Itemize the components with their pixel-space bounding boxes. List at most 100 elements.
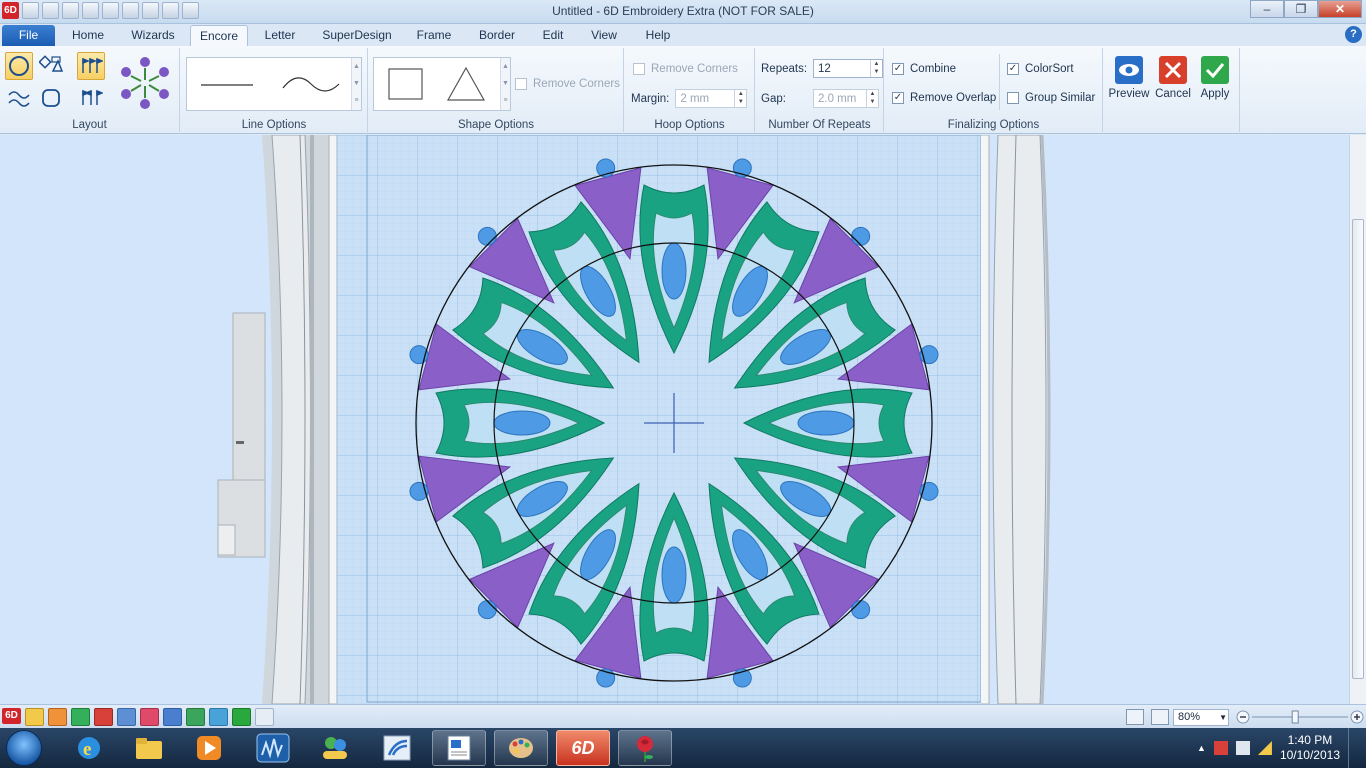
tree-tool-icon[interactable]	[186, 708, 205, 726]
cancel-button[interactable]: Cancel	[1152, 56, 1194, 100]
rounded-square-layout-icon[interactable]	[37, 84, 65, 112]
sparkle-tool-icon[interactable]	[48, 708, 67, 726]
tab-wizards[interactable]: Wizards	[124, 25, 182, 46]
show-desktop-button[interactable]	[1348, 728, 1358, 768]
design-workspace[interactable]	[0, 135, 1366, 704]
combine-checkbox[interactable]: ✓ Combine	[892, 63, 956, 75]
shape-remove-corners-checkbox[interactable]: Remove Corners	[515, 78, 620, 90]
zoom-hoop-icon[interactable]	[1151, 709, 1169, 725]
show-hidden-icons[interactable]: ▲	[1197, 743, 1206, 753]
vertical-scroll-thumb[interactable]	[1352, 219, 1364, 679]
tab-edit[interactable]: Edit	[536, 25, 570, 46]
window-tool-icon[interactable]	[255, 708, 274, 726]
ribbon-tabs: File Home Wizards Encore Letter SuperDes…	[0, 24, 1366, 46]
start-button[interactable]	[6, 730, 42, 766]
shapes-layout-icon[interactable]	[37, 52, 65, 80]
embroidery-app-taskbar-icon[interactable]: 6D	[556, 730, 610, 766]
eye-tool-icon[interactable]	[140, 708, 159, 726]
paint-palette-icon[interactable]	[494, 730, 548, 766]
repeats-spin-arrows[interactable]: ▲ ▼	[870, 60, 882, 77]
circle-layout-icon[interactable]	[5, 52, 33, 80]
embroidery-canvas[interactable]	[337, 135, 981, 704]
line-gallery-scrollbar[interactable]: ▲ ▼ ≡	[351, 58, 361, 110]
wave-line-option[interactable]	[282, 77, 340, 92]
blue-oval-center[interactable]	[661, 242, 687, 300]
close-button[interactable]: ✕	[1318, 0, 1362, 18]
action-group: Preview Cancel Apply	[1104, 48, 1240, 132]
repeats-spinner[interactable]: 12 ▲ ▼	[813, 59, 884, 78]
gap-spin-arrows[interactable]: ▲ ▼	[866, 90, 878, 107]
blue-dot[interactable]	[477, 600, 497, 620]
tab-home[interactable]: Home	[66, 25, 110, 46]
wave-layout-icon[interactable]	[5, 84, 33, 112]
network-signal-icon[interactable]	[1257, 741, 1272, 755]
rose-tool-icon[interactable]	[94, 708, 113, 726]
margin-label: Margin:	[631, 92, 670, 105]
wireless-tool-icon[interactable]	[370, 730, 424, 766]
minimize-button[interactable]: –	[1250, 0, 1284, 18]
shape-remove-corners-box[interactable]	[515, 78, 527, 90]
file-explorer-icon[interactable]	[122, 730, 176, 766]
restore-button[interactable]: ❐	[1284, 0, 1318, 18]
tab-border[interactable]: Border	[472, 25, 522, 46]
internet-explorer-icon[interactable]: e	[62, 730, 116, 766]
group-similar-checkbox[interactable]: Group Similar	[1007, 92, 1095, 104]
remove-overlap-checkbox[interactable]: ✓ Remove Overlap	[892, 92, 996, 104]
hoop-remove-corners-checkbox[interactable]: Remove Corners	[633, 63, 738, 75]
wimax-icon[interactable]	[246, 730, 300, 766]
flags-mirror-icon[interactable]	[77, 84, 105, 112]
system-clock[interactable]: 1:40 PM 10/10/2013	[1280, 733, 1340, 763]
media-player-icon[interactable]	[182, 730, 236, 766]
margin-spin-arrows[interactable]: ▲ ▼	[734, 90, 746, 107]
power-icon[interactable]	[1235, 741, 1250, 755]
tab-letter[interactable]: Letter	[258, 25, 302, 46]
remove-overlap-box[interactable]: ✓	[892, 92, 904, 104]
tab-frame[interactable]: Frame	[410, 25, 458, 46]
tab-help[interactable]: Help	[640, 25, 676, 46]
zoom-slider-thumb[interactable]	[1291, 710, 1299, 724]
checkmark-icon	[1201, 56, 1229, 84]
tab-view[interactable]: View	[586, 25, 622, 46]
preview-button[interactable]: Preview	[1108, 56, 1150, 100]
triangle-shape-option[interactable]	[446, 66, 486, 101]
shape-gallery-scrollbar[interactable]: ▲ ▼ ≡	[500, 58, 510, 110]
spiral-tool-icon[interactable]	[71, 708, 90, 726]
zoom-slider[interactable]	[1236, 710, 1364, 724]
blue-dot[interactable]	[851, 226, 871, 246]
group-similar-box[interactable]	[1007, 92, 1019, 104]
blue-dot[interactable]	[851, 600, 871, 620]
apply-button[interactable]: Apply	[1194, 56, 1236, 100]
flags-up-icon[interactable]	[77, 52, 105, 80]
tab-encore[interactable]: Encore	[190, 25, 248, 46]
vertical-scrollbar[interactable]	[1349, 135, 1366, 704]
blue-oval-center[interactable]	[661, 546, 687, 604]
hoop-remove-corners-box[interactable]	[633, 63, 645, 75]
blue-oval-center[interactable]	[797, 410, 855, 436]
zoom-to-fit-icon[interactable]	[1126, 709, 1144, 725]
eye-icon	[1115, 56, 1143, 84]
rose-app-taskbar-icon[interactable]	[618, 730, 672, 766]
tab-superdesign[interactable]: SuperDesign	[316, 25, 398, 46]
document-viewer-icon[interactable]	[432, 730, 486, 766]
grid-tool-icon[interactable]	[163, 708, 182, 726]
combine-box[interactable]: ✓	[892, 63, 904, 75]
thread-tool-icon[interactable]	[209, 708, 228, 726]
messenger-icon[interactable]	[308, 730, 362, 766]
zoom-select[interactable]: 80% ▼	[1173, 709, 1229, 726]
gap-spinner[interactable]: 2.0 mm ▲ ▼	[813, 89, 879, 108]
help-icon[interactable]: ?	[1345, 26, 1362, 43]
cancel-x-icon	[1159, 56, 1187, 84]
star-tool-icon[interactable]	[25, 708, 44, 726]
action-center-flag-icon[interactable]	[1213, 741, 1228, 755]
flower-preview-icon[interactable]	[116, 54, 174, 112]
colorsort-checkbox[interactable]: ✓ ColorSort	[1007, 63, 1074, 75]
tab-file[interactable]: File	[2, 25, 55, 46]
blue-dot[interactable]	[477, 226, 497, 246]
colorsort-box[interactable]: ✓	[1007, 63, 1019, 75]
margin-spinner[interactable]: 2 mm ▲ ▼	[675, 89, 748, 108]
square-shape-option[interactable]	[388, 68, 423, 100]
needle-tool-icon[interactable]	[117, 708, 136, 726]
add-tool-icon[interactable]	[232, 708, 251, 726]
blue-oval-center[interactable]	[493, 410, 551, 436]
app-badge-icon[interactable]: 6D	[2, 708, 21, 724]
